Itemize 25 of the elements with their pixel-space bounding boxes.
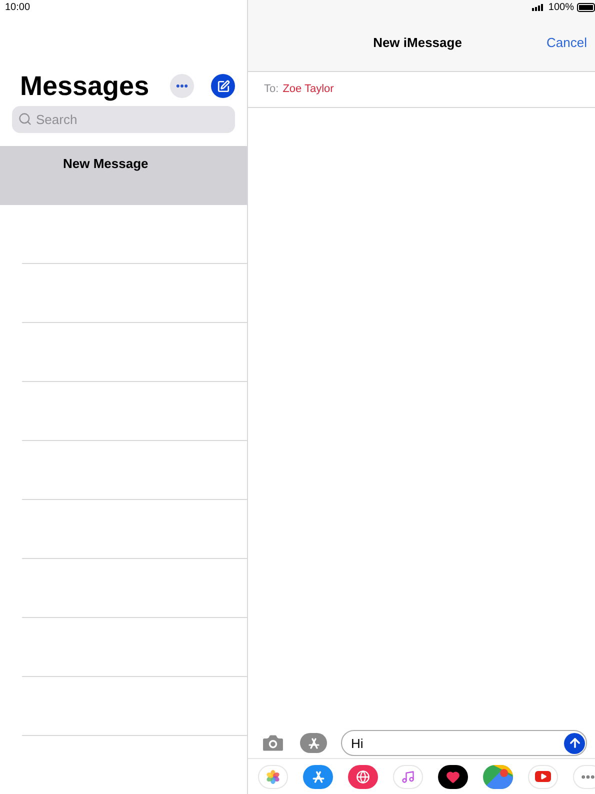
status-time: 10:00: [5, 0, 30, 14]
video-app-icon[interactable]: [528, 764, 558, 788]
battery-icon: [577, 2, 595, 12]
app-store-icon: [308, 737, 320, 749]
conversation-item[interactable]: New Message: [0, 146, 247, 205]
photos-app-icon[interactable]: [258, 764, 288, 788]
compose-button[interactable]: [211, 74, 235, 98]
search-field[interactable]: Search: [12, 106, 235, 133]
heart-app-icon[interactable]: [438, 764, 468, 788]
app-store-icon[interactable]: [303, 764, 333, 788]
cancel-button[interactable]: Cancel: [546, 32, 587, 52]
compose-title: New iMessage: [373, 34, 462, 52]
music-icon[interactable]: [393, 764, 423, 788]
message-field[interactable]: Hi: [341, 730, 587, 756]
app-store-button[interactable]: [300, 733, 327, 753]
messages-title: Messages: [20, 70, 150, 103]
compose-icon: [216, 80, 230, 92]
maps-app-icon[interactable]: [483, 764, 513, 788]
more-button[interactable]: [170, 74, 194, 98]
battery-percent: 100%: [548, 0, 574, 14]
recipient-name[interactable]: Zoe Taylor: [282, 81, 334, 98]
more-apps-icon[interactable]: [573, 764, 595, 788]
signal-icon: [532, 4, 546, 10]
to-label: To:: [264, 82, 279, 98]
search-icon: [18, 112, 32, 126]
